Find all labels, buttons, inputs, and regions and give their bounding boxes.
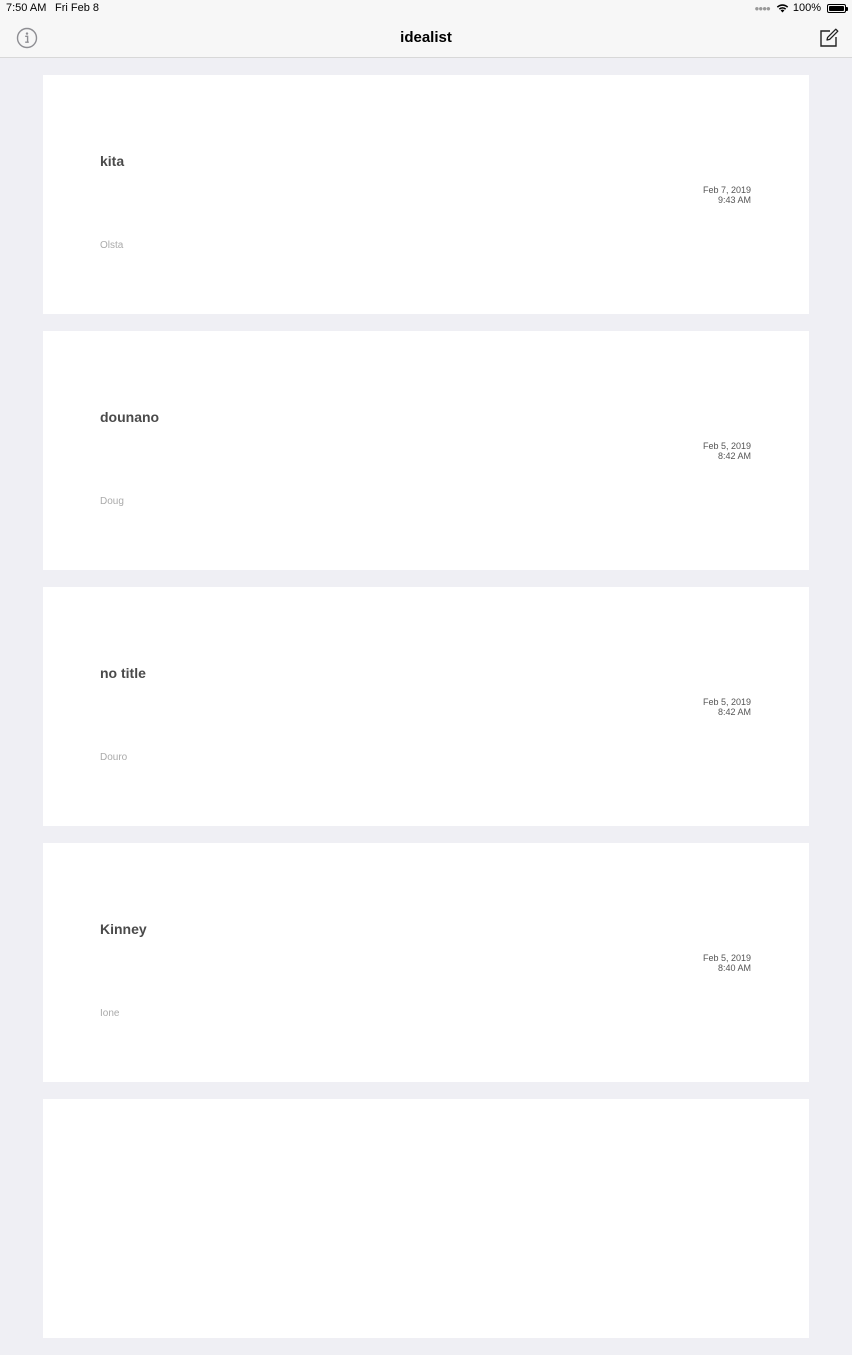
navigation-bar: idealist: [0, 18, 852, 58]
idea-time: 8:42 AM: [717, 707, 751, 717]
cellular-signal-icon: ●●●●: [754, 3, 771, 13]
idea-timestamp: Feb 7, 2019 9:43 AM: [703, 185, 751, 205]
status-indicators: ●●●● 100%: [754, 2, 848, 14]
idea-date: Feb 5, 2019: [702, 441, 751, 451]
battery-level: [829, 5, 844, 11]
idea-date: Feb 5, 2019: [702, 953, 751, 963]
idea-timestamp: Feb 5, 2019 8:40 AM: [703, 953, 751, 973]
idea-title: kita: [100, 153, 125, 169]
status-time: 7:50 AM: [6, 2, 47, 14]
idea-card[interactable]: kita Feb 7, 2019 9:43 AM Olsta: [43, 75, 809, 314]
idea-subtitle: Ione: [100, 1008, 120, 1019]
idea-card[interactable]: no title Feb 5, 2019 8:42 AM Douro: [43, 587, 809, 826]
idea-timestamp: Feb 5, 2019 8:42 AM: [703, 441, 751, 461]
idea-card[interactable]: Kinney Feb 5, 2019 8:40 AM Ione: [43, 843, 809, 1082]
compose-button[interactable]: [818, 27, 840, 49]
idea-time: 8:40 AM: [717, 963, 751, 973]
idea-card[interactable]: dounano Feb 5, 2019 8:42 AM Doug: [43, 331, 809, 570]
wifi-icon: [776, 4, 789, 13]
compose-icon: [820, 28, 839, 47]
idea-subtitle: Douro: [100, 752, 128, 763]
battery-icon: [827, 3, 848, 13]
battery-percent: 100%: [792, 2, 821, 14]
idea-subtitle: Doug: [100, 496, 124, 507]
status-date: Fri Feb 8: [55, 2, 100, 14]
idea-time: 8:42 AM: [717, 451, 751, 461]
idea-card[interactable]: [43, 1099, 809, 1338]
idea-list: kita Feb 7, 2019 9:43 AM Olsta dounano F…: [43, 75, 809, 1355]
status-bar: 7:50 AM Fri Feb 8 ●●●● 100%: [0, 0, 852, 18]
idea-subtitle: Olsta: [100, 240, 124, 251]
idea-date: Feb 5, 2019: [702, 697, 751, 707]
idea-title: Kinney: [100, 921, 147, 937]
idea-timestamp: Feb 5, 2019 8:42 AM: [703, 697, 751, 717]
idea-date: Feb 7, 2019: [702, 185, 751, 195]
idea-time: 9:43 AM: [717, 195, 751, 205]
idea-title: dounano: [100, 409, 160, 425]
page-title: idealist: [400, 29, 452, 46]
idea-title: no title: [100, 665, 146, 681]
